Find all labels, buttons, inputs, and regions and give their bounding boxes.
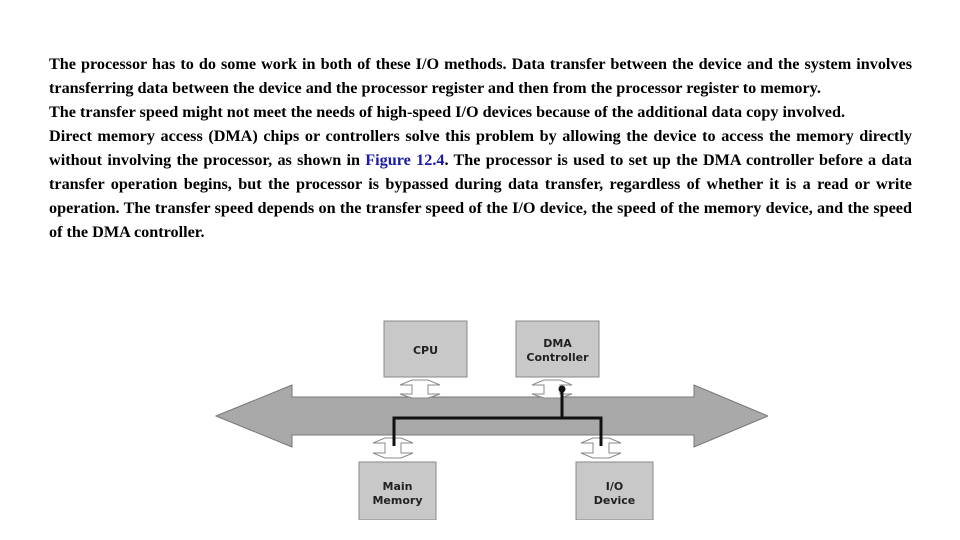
paragraph-2: The transfer speed might not meet the ne… bbox=[49, 103, 846, 121]
memory-label-line2: Memory bbox=[372, 494, 422, 507]
dma-bus-connector-icon bbox=[531, 379, 573, 399]
memory-label-line1: Main bbox=[383, 480, 413, 493]
main-memory-box: Main Memory bbox=[358, 461, 437, 521]
cpu-bus-connector-icon bbox=[399, 379, 441, 399]
dma-label-line2: Controller bbox=[526, 351, 589, 364]
io-label-line2: Device bbox=[594, 494, 636, 507]
dma-label-line1: DMA bbox=[543, 337, 572, 350]
cpu-box: CPU bbox=[383, 320, 468, 378]
io-label-line1: I/O bbox=[606, 480, 623, 493]
dma-diagram: CPU DMA Controller Main Memory I/O Devic… bbox=[214, 314, 770, 521]
io-device-box: I/O Device bbox=[575, 461, 654, 521]
paragraph-3: Direct memory access (DMA) chips or cont… bbox=[49, 124, 912, 244]
body-text: The processor has to do some work in bot… bbox=[49, 52, 912, 244]
figure-link[interactable]: Figure 12.4 bbox=[365, 151, 444, 169]
cpu-label: CPU bbox=[413, 344, 438, 357]
system-bus-arrow bbox=[214, 384, 770, 448]
paragraph-1: The processor has to do some work in bot… bbox=[49, 55, 912, 97]
dma-controller-box: DMA Controller bbox=[515, 320, 600, 378]
dma-junction-dot bbox=[558, 385, 566, 393]
